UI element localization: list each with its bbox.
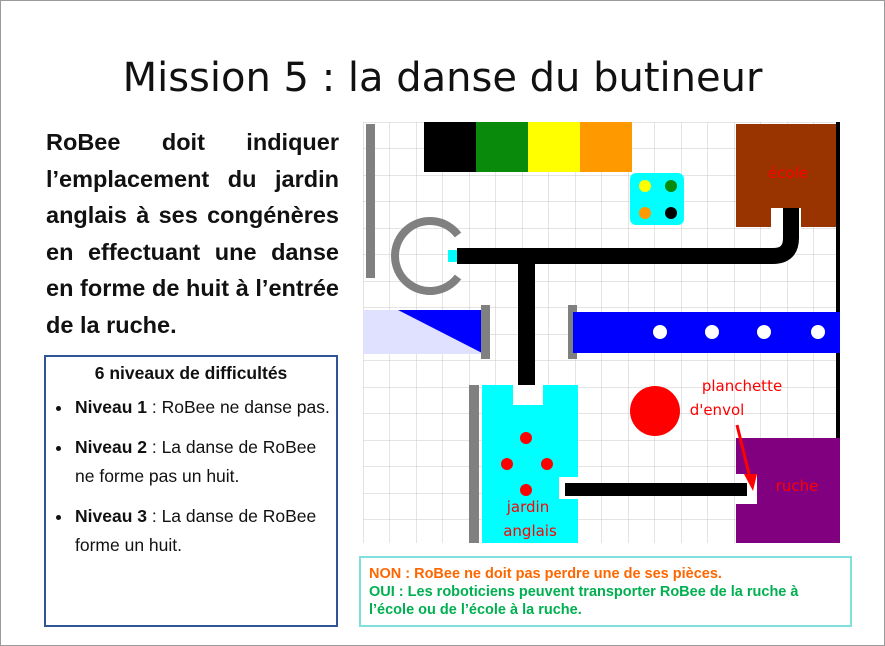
ecole-label: école <box>768 164 808 182</box>
intro-text: RoBee doit indiquer l’emplacement du jar… <box>46 129 339 338</box>
jardin-zone <box>482 385 578 543</box>
levels-list: Niveau 1 : RoBee ne danse pas. Niveau 2 … <box>46 393 336 560</box>
level-description: : RoBee ne danse pas. <box>146 397 330 417</box>
wall-left-upper <box>366 124 375 278</box>
level-item: Niveau 2 : La danse de RoBee ne forme pa… <box>73 433 336 491</box>
red-flower <box>630 386 680 436</box>
level-item: Niveau 1 : RoBee ne danse pas. <box>73 393 336 422</box>
jardin-label-line2: anglais <box>503 522 557 540</box>
level-name: Niveau 3 <box>75 506 147 526</box>
color-square-green <box>476 122 528 172</box>
levels-heading: 6 niveaux de difficultés <box>94 363 288 383</box>
jardin-label-line1: jardin <box>506 498 549 516</box>
game-board: école jardin anglais ruche planchette d'… <box>363 122 840 543</box>
color-square-yellow <box>528 122 580 172</box>
note-non: NON : RoBee ne doit pas perdre une de se… <box>369 566 722 582</box>
planchette-label-line2: d'envol <box>690 401 745 419</box>
dice-icon <box>630 173 684 225</box>
ruche-label: ruche <box>776 477 819 495</box>
difficulty-levels-box: 6 niveaux de difficultés Niveau 1 : RoBe… <box>44 355 338 627</box>
planchette-envol <box>565 483 747 496</box>
planchette-label-line1: planchette <box>702 377 782 395</box>
note-oui: OUI : Les roboticiens peuvent transporte… <box>369 584 799 618</box>
slide-title: Mission 5 : la danse du butineur <box>122 55 763 101</box>
level-item: Niveau 3 : La danse de RoBee forme un hu… <box>73 502 336 560</box>
notes-box: NON : RoBee ne doit pas perdre une de se… <box>359 556 852 627</box>
track-vertical <box>518 256 535 398</box>
color-square-orange <box>580 122 632 172</box>
level-name: Niveau 1 <box>75 397 147 417</box>
color-square-black <box>424 122 476 172</box>
wall-left-lower <box>469 385 479 543</box>
level-name: Niveau 2 <box>75 437 147 457</box>
